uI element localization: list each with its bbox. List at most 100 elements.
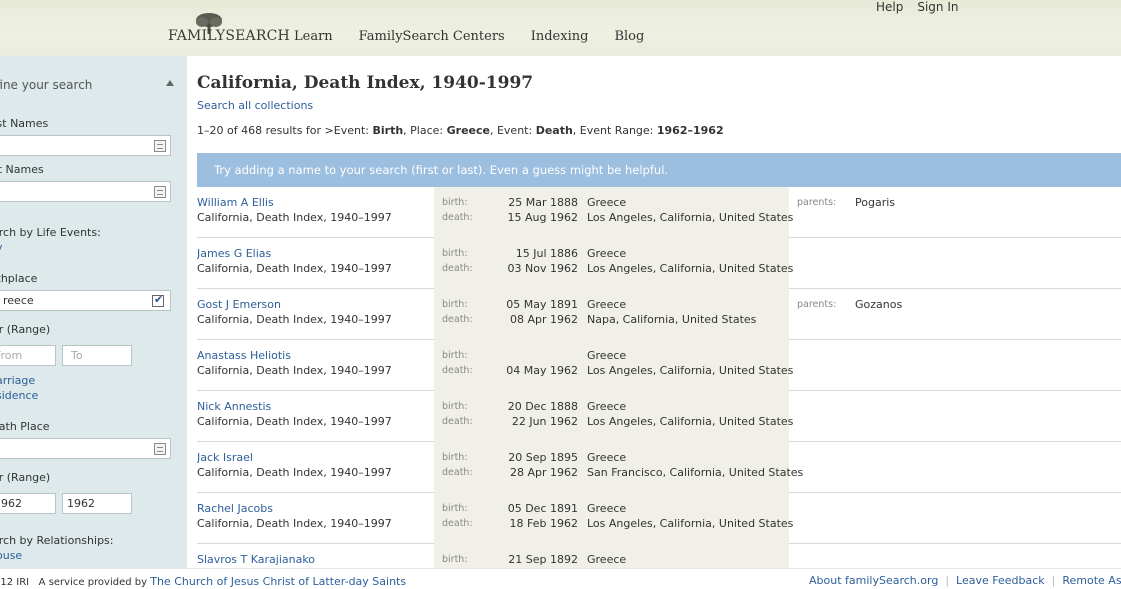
logo-wordmark: FamilySearch	[168, 28, 290, 44]
birthplace-value: reece	[3, 294, 34, 307]
birth-year-from-input[interactable]: From	[0, 345, 56, 366]
result-row: Gost J Emerson California, Death Index, 1…	[197, 289, 1121, 340]
death-date: 03 Nov 1962	[507, 262, 578, 275]
remote-assistance-link[interactable]: Remote Assistan	[1062, 574, 1121, 587]
death-date: 18 Feb 1962	[509, 517, 578, 530]
collection-name: California, Death Index, 1940–1997	[197, 415, 392, 428]
nav-indexing[interactable]: Indexing	[531, 29, 589, 44]
birth-place: Greece	[587, 400, 627, 413]
death-date: 22 Jun 1962	[511, 415, 578, 428]
search-all-collections-link[interactable]: Search all collections	[197, 99, 313, 112]
marriage-link[interactable]: arriage	[0, 374, 35, 387]
collection-name: California, Death Index, 1940–1997	[197, 466, 392, 479]
parents-label: parents:	[797, 299, 837, 310]
person-name-link[interactable]: James G Elias	[197, 247, 271, 260]
birthplace-label: rthplace	[0, 272, 38, 285]
leave-feedback-link[interactable]: Leave Feedback	[956, 574, 1045, 587]
birth-date: 20 Sep 1895	[508, 451, 578, 464]
residence-link[interactable]: sidence	[0, 389, 38, 402]
birth-date: 15 Jul 1886	[515, 247, 578, 260]
spouse-link[interactable]: ouse	[0, 549, 22, 562]
result-row: William A Ellis California, Death Index, …	[197, 187, 1121, 238]
footer-links: About familySearch.org | Leave Feedback | Re…	[809, 574, 1121, 587]
result-row: Slavros T Karajianako birth: 21 Sep 1892 Gr…	[197, 544, 1121, 568]
from-placeholder: From	[0, 349, 23, 362]
site-footer: 012 IRI A service provided by The Church…	[0, 568, 1121, 589]
about-link[interactable]: About familySearch.org	[809, 574, 938, 587]
list-icon[interactable]	[154, 186, 166, 198]
death-place-input[interactable]	[0, 438, 171, 459]
death-date: 04 May 1962	[506, 364, 578, 377]
person-name-link[interactable]: Nick Annestis	[197, 400, 271, 413]
summary-event-label: , Event:	[489, 124, 536, 137]
birth-place: Greece	[587, 349, 627, 362]
death-date: 08 Apr 1962	[509, 313, 578, 326]
birth-date: 21 Sep 1892	[508, 553, 578, 566]
person-name-link[interactable]: William A Ellis	[197, 196, 274, 209]
death-place: Los Angeles, California, United States	[587, 262, 794, 275]
person-name-link[interactable]: Jack Israel	[197, 451, 253, 464]
birth-place: Greece	[587, 196, 627, 209]
nav-familysearch-centers[interactable]: FamilySearch Centers	[359, 29, 505, 44]
first-names-input[interactable]	[0, 135, 171, 156]
result-row: Jack Israel California, Death Index, 1940…	[197, 442, 1121, 493]
birth-event-link[interactable]: y	[0, 241, 3, 254]
list-icon[interactable]	[154, 140, 166, 152]
first-names-label: rst Names	[0, 117, 49, 130]
help-link[interactable]: Help	[876, 0, 903, 14]
church-link[interactable]: The Church of Jesus Christ of Latter-day…	[150, 575, 406, 588]
site-header: FamilySearch Learn FamilySearch Centers …	[0, 0, 1121, 56]
list-icon[interactable]	[154, 443, 166, 455]
collection-name: California, Death Index, 1940–1997	[197, 211, 392, 224]
collection-name: California, Death Index, 1940–1997	[197, 262, 392, 275]
nav-learn[interactable]: Learn	[294, 29, 333, 44]
person-name-link[interactable]: Slavros T Karajianako	[197, 553, 315, 566]
collection-name: California, Death Index, 1940–1997	[197, 517, 392, 530]
death-year-to-value: 1962	[67, 497, 95, 510]
death-date: 28 Apr 1962	[509, 466, 578, 479]
birth-year-label: ar (Range)	[0, 323, 51, 336]
results-summary: 1–20 of 468 results for >Event: Birth, P…	[197, 124, 724, 137]
refine-heading[interactable]: efine your search	[0, 78, 92, 92]
results-list: William A Ellis California, Death Index, …	[197, 187, 1121, 568]
birthplace-input[interactable]: reece	[0, 290, 171, 311]
results-main: California, Death Index, 1940-1997 Searc…	[197, 56, 1121, 568]
search-tip-banner: Try adding a name to your search (first …	[197, 153, 1121, 187]
birth-date: 05 May 1891	[506, 298, 578, 311]
death-place: Los Angeles, California, United States	[587, 211, 794, 224]
birth-place: Greece	[587, 247, 627, 260]
result-row: James G Elias California, Death Index, 19…	[197, 238, 1121, 289]
person-name-link[interactable]: Anastass Heliotis	[197, 349, 291, 362]
summary-range-label: , Event Range:	[572, 124, 657, 137]
page-title: California, Death Index, 1940-1997	[197, 73, 534, 93]
death-year-to-input[interactable]: 1962	[62, 493, 132, 514]
parents-value: Pogaris	[855, 196, 896, 209]
exact-match-checkbox[interactable]	[152, 293, 164, 307]
birth-place: Greece	[587, 553, 627, 566]
birth-date: 25 Mar 1888	[508, 196, 578, 209]
parents-label: parents:	[797, 197, 837, 208]
summary-prefix: 1–20 of 468 results for >Event:	[197, 124, 373, 137]
death-year-from-input[interactable]: 962	[0, 493, 56, 514]
footer-separator: |	[945, 574, 950, 587]
birth-place: Greece	[587, 502, 627, 515]
service-text: A service provided by	[38, 577, 148, 588]
last-names-input[interactable]	[0, 181, 171, 202]
summary-event-birth: Birth	[372, 124, 404, 137]
death-place: Los Angeles, California, United States	[587, 364, 794, 377]
nav-blog[interactable]: Blog	[614, 29, 644, 44]
birth-year-to-input[interactable]: To	[62, 345, 132, 366]
parents-value: Gozanos	[855, 298, 903, 311]
person-name-link[interactable]: Rachel Jacobs	[197, 502, 273, 515]
utility-nav: Help Sign In	[876, 0, 959, 14]
death-date: 15 Aug 1962	[507, 211, 578, 224]
to-placeholder: To	[71, 349, 83, 362]
collapse-arrow-icon[interactable]	[166, 80, 174, 86]
life-events-label: arch by Life Events:	[0, 226, 101, 239]
result-row: Nick Annestis California, Death Index, 19…	[197, 391, 1121, 442]
sign-in-link[interactable]: Sign In	[917, 0, 958, 14]
person-name-link[interactable]: Gost J Emerson	[197, 298, 281, 311]
summary-place: Greece	[446, 124, 490, 137]
result-row: Rachel Jacobs California, Death Index, 19…	[197, 493, 1121, 544]
collection-name: California, Death Index, 1940–1997	[197, 313, 392, 326]
